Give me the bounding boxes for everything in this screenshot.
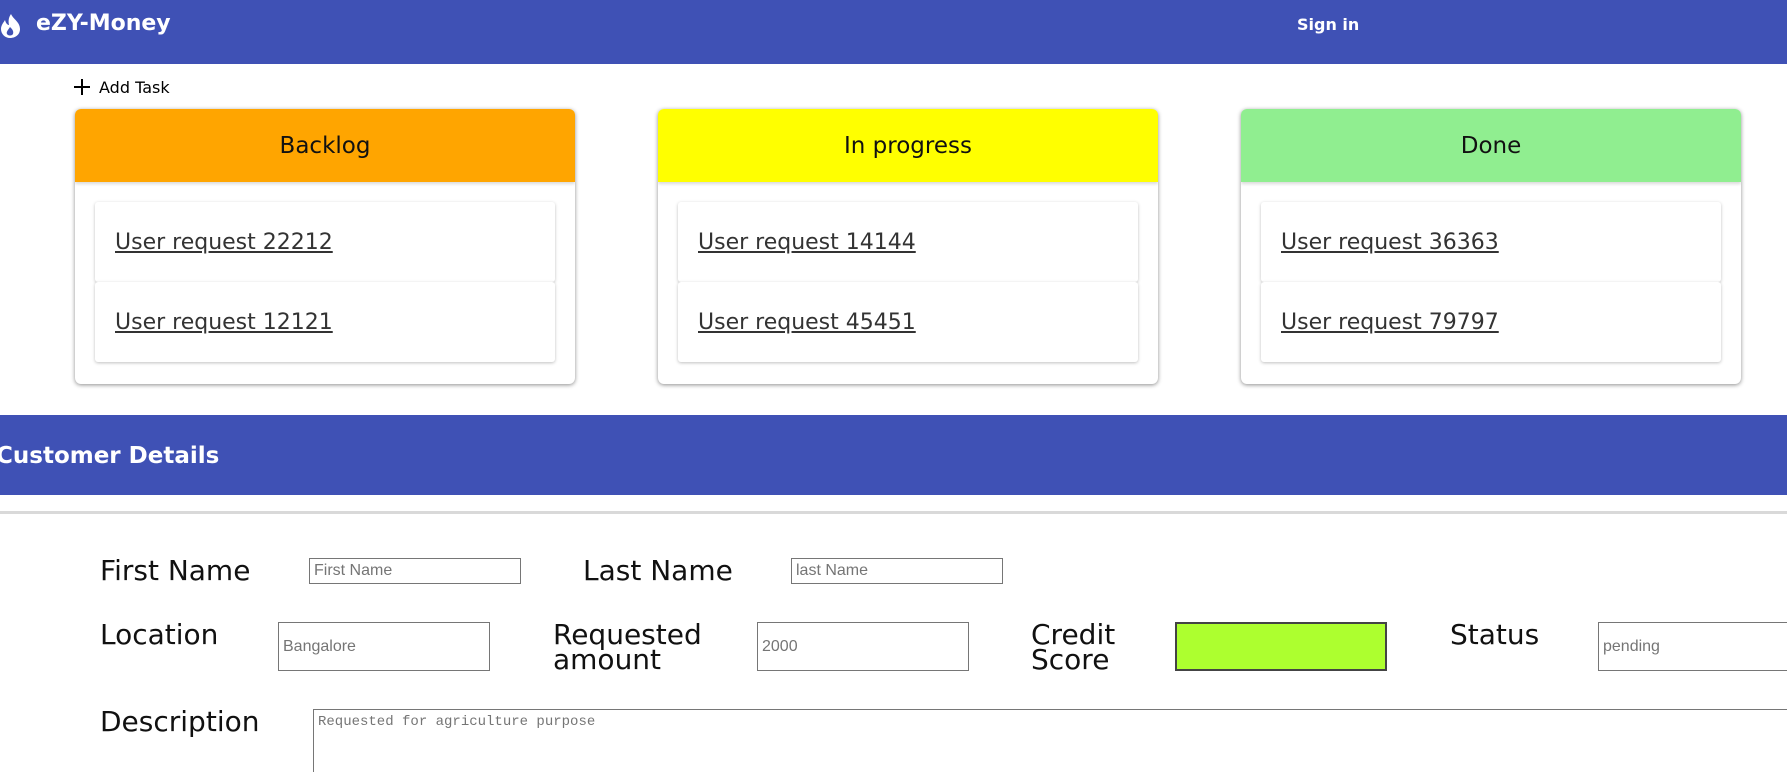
last-name-label: Last Name: [583, 554, 733, 587]
task-link[interactable]: User request 12121: [115, 310, 333, 335]
column-backlog: Backlog User request 22212 User request …: [75, 109, 575, 384]
app-bar: eZY-Money Sign in: [0, 0, 1787, 64]
description-field[interactable]: [313, 709, 1787, 772]
sign-in-button[interactable]: Sign in: [1297, 15, 1359, 34]
location-field[interactable]: [278, 622, 490, 671]
column-header: In progress: [658, 109, 1158, 182]
column-done: Done User request 36363 User request 797…: [1241, 109, 1741, 384]
column-header: Done: [1241, 109, 1741, 182]
first-name-field[interactable]: [309, 558, 521, 584]
requested-amount-label: Requested amount: [553, 621, 702, 674]
task-card[interactable]: User request 22212: [95, 202, 555, 282]
add-task-button[interactable]: Add Task: [73, 76, 170, 98]
divider: [0, 511, 1787, 514]
plus-icon: [74, 79, 90, 95]
task-link[interactable]: User request 14144: [698, 230, 916, 255]
status-field[interactable]: [1598, 622, 1787, 671]
requested-amount-field[interactable]: [757, 622, 969, 671]
task-link[interactable]: User request 45451: [698, 310, 916, 335]
task-card[interactable]: User request 14144: [678, 202, 1138, 282]
task-card[interactable]: User request 12121: [95, 282, 555, 362]
description-label: Description: [100, 705, 260, 738]
add-task-label: Add Task: [99, 77, 170, 97]
column-header: Backlog: [75, 109, 575, 182]
task-link[interactable]: User request 36363: [1281, 230, 1499, 255]
credit-score-label: Credit Score: [1031, 621, 1115, 676]
fire-icon: [1, 14, 20, 38]
location-label: Location: [100, 618, 219, 651]
task-link[interactable]: User request 22212: [115, 230, 333, 255]
status-label: Status: [1450, 618, 1540, 651]
task-card[interactable]: User request 79797: [1261, 282, 1721, 362]
last-name-field[interactable]: [791, 558, 1003, 584]
column-in-progress: In progress User request 14144 User requ…: [658, 109, 1158, 384]
customer-details-bar: Customer Details: [0, 415, 1787, 495]
task-link[interactable]: User request 79797: [1281, 310, 1499, 335]
credit-score-field[interactable]: [1175, 622, 1387, 671]
section-title: Customer Details: [0, 443, 220, 469]
task-card[interactable]: User request 36363: [1261, 202, 1721, 282]
app-title: eZY-Money: [36, 11, 171, 36]
first-name-label: First Name: [100, 554, 251, 587]
credit-score-label-line2: Score: [1031, 643, 1110, 676]
task-card[interactable]: User request 45451: [678, 282, 1138, 362]
